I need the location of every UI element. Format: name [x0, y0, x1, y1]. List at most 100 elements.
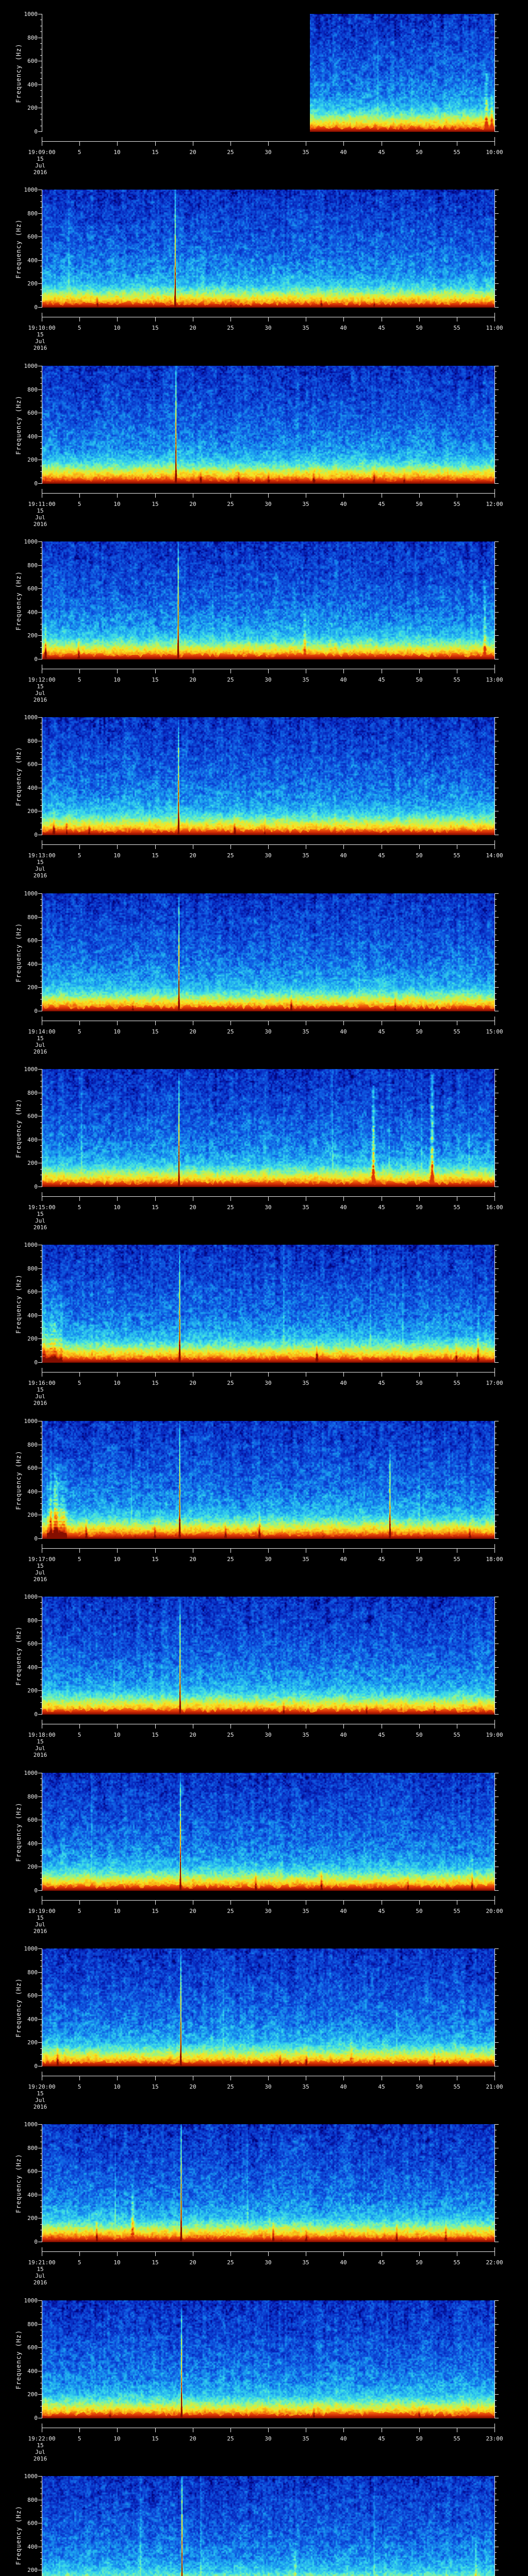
y-tick	[40, 195, 42, 196]
y-tick	[495, 940, 499, 941]
y-tick	[40, 1474, 42, 1475]
y-tick	[40, 442, 42, 443]
y-tick-label: 1000	[24, 2473, 38, 2480]
y-tick	[495, 2540, 497, 2541]
x-tick-label: 30	[265, 1556, 272, 1563]
y-tick	[495, 1960, 497, 1961]
date-line: 15	[37, 156, 44, 162]
y-tick	[40, 2335, 42, 2336]
x-tick-label: 5	[77, 1908, 81, 1914]
y-tick	[495, 1497, 497, 1498]
y-tick-label: 1000	[24, 714, 38, 721]
date-line: 2016	[33, 521, 47, 528]
x-tick	[343, 669, 344, 673]
y-tick	[495, 1614, 497, 1615]
y-tick	[495, 131, 499, 132]
spectrogram-canvas	[42, 1245, 494, 1363]
x-tick	[117, 2076, 118, 2080]
y-tick	[495, 236, 499, 237]
x-tick	[419, 1549, 420, 1553]
y-tick-label: 600	[27, 2168, 38, 2175]
x-tick-label: 5	[77, 1204, 81, 1211]
y-tick-label: 800	[27, 2145, 38, 2151]
y-tick	[495, 260, 499, 261]
y-tick-label: 600	[27, 1640, 38, 1647]
y-tick-label: 200	[27, 456, 38, 463]
y-tick	[495, 207, 497, 208]
x-tick	[117, 669, 118, 673]
x-tick	[268, 2076, 269, 2080]
y-tick	[495, 1890, 499, 1891]
y-tick-label: 200	[27, 1160, 38, 1166]
y-tick	[40, 55, 42, 56]
y-tick-label: 1000	[24, 1945, 38, 1952]
y-tick	[495, 981, 497, 982]
y-tick	[495, 559, 497, 560]
y-tick	[495, 483, 499, 484]
y-tick	[495, 31, 497, 32]
x-tick	[343, 1372, 344, 1377]
y-tick	[495, 817, 497, 818]
y-tick	[495, 2394, 499, 2395]
y-tick	[495, 1702, 497, 1703]
x-tick	[419, 1197, 420, 1201]
x-tick-label: 40	[340, 501, 347, 507]
y-tick	[38, 1315, 42, 1316]
y-tick	[495, 2359, 497, 2360]
y-tick	[495, 2159, 497, 2160]
y-tick	[495, 1145, 497, 1146]
y-tick	[495, 987, 499, 988]
y-tick-label: 200	[27, 1512, 38, 1518]
y-tick-label: 600	[27, 1113, 38, 1120]
spectrogram-canvas	[42, 1773, 494, 1891]
x-tick-label: 45	[378, 1908, 385, 1914]
y-tick	[40, 817, 42, 818]
y-tick	[40, 31, 42, 32]
x-tick-label: 35	[302, 325, 309, 331]
y-tick	[495, 1814, 497, 1815]
y-tick	[495, 1995, 499, 1996]
y-tick	[38, 307, 42, 308]
date-line: 2016	[33, 697, 47, 703]
y-tick	[495, 764, 499, 765]
y-tick	[495, 905, 497, 906]
x-tick	[79, 2076, 80, 2080]
y-tick	[40, 1966, 42, 1967]
y-tick	[40, 981, 42, 982]
x-tick-label: 25	[227, 1204, 234, 1211]
x-tick	[268, 317, 269, 321]
x-tick-label: 30	[265, 1028, 272, 1035]
x-tick-label: 5	[77, 149, 81, 156]
y-tick	[495, 2007, 497, 2008]
date-line: Jul	[35, 2097, 45, 2104]
y-tick	[495, 1948, 499, 1949]
x-tick-label: 55	[453, 1028, 460, 1035]
y-tick	[495, 1151, 497, 1152]
date-line: Jul	[35, 2449, 45, 2455]
y-tick	[40, 1169, 42, 1170]
spectrogram-canvas	[42, 14, 494, 132]
y-tick	[495, 1104, 497, 1105]
y-tick	[495, 770, 497, 771]
x-tick-label: 30	[265, 149, 272, 156]
y-tick	[495, 2505, 497, 2506]
y-tick	[495, 1122, 497, 1123]
date-line: Jul	[35, 866, 45, 872]
start-time-label: 19:12:00	[28, 676, 56, 683]
y-tick	[40, 1778, 42, 1779]
y-tick	[40, 1878, 42, 1879]
y-tick-label: 200	[27, 808, 38, 815]
y-tick	[495, 283, 499, 284]
y-tick	[40, 383, 42, 384]
date-line: 2016	[33, 1576, 47, 1583]
x-tick-label: 20	[189, 1204, 196, 1211]
x-tick-label: 35	[302, 1204, 309, 1211]
y-tick	[40, 1614, 42, 1615]
date-line: 2016	[33, 2104, 47, 2110]
y-tick	[495, 805, 497, 806]
y-tick	[495, 102, 497, 103]
date-line: 2016	[33, 2455, 47, 2462]
x-tick-label: 15	[152, 676, 159, 683]
x-tick-label: 35	[302, 1732, 309, 1738]
y-tick	[495, 1462, 497, 1463]
